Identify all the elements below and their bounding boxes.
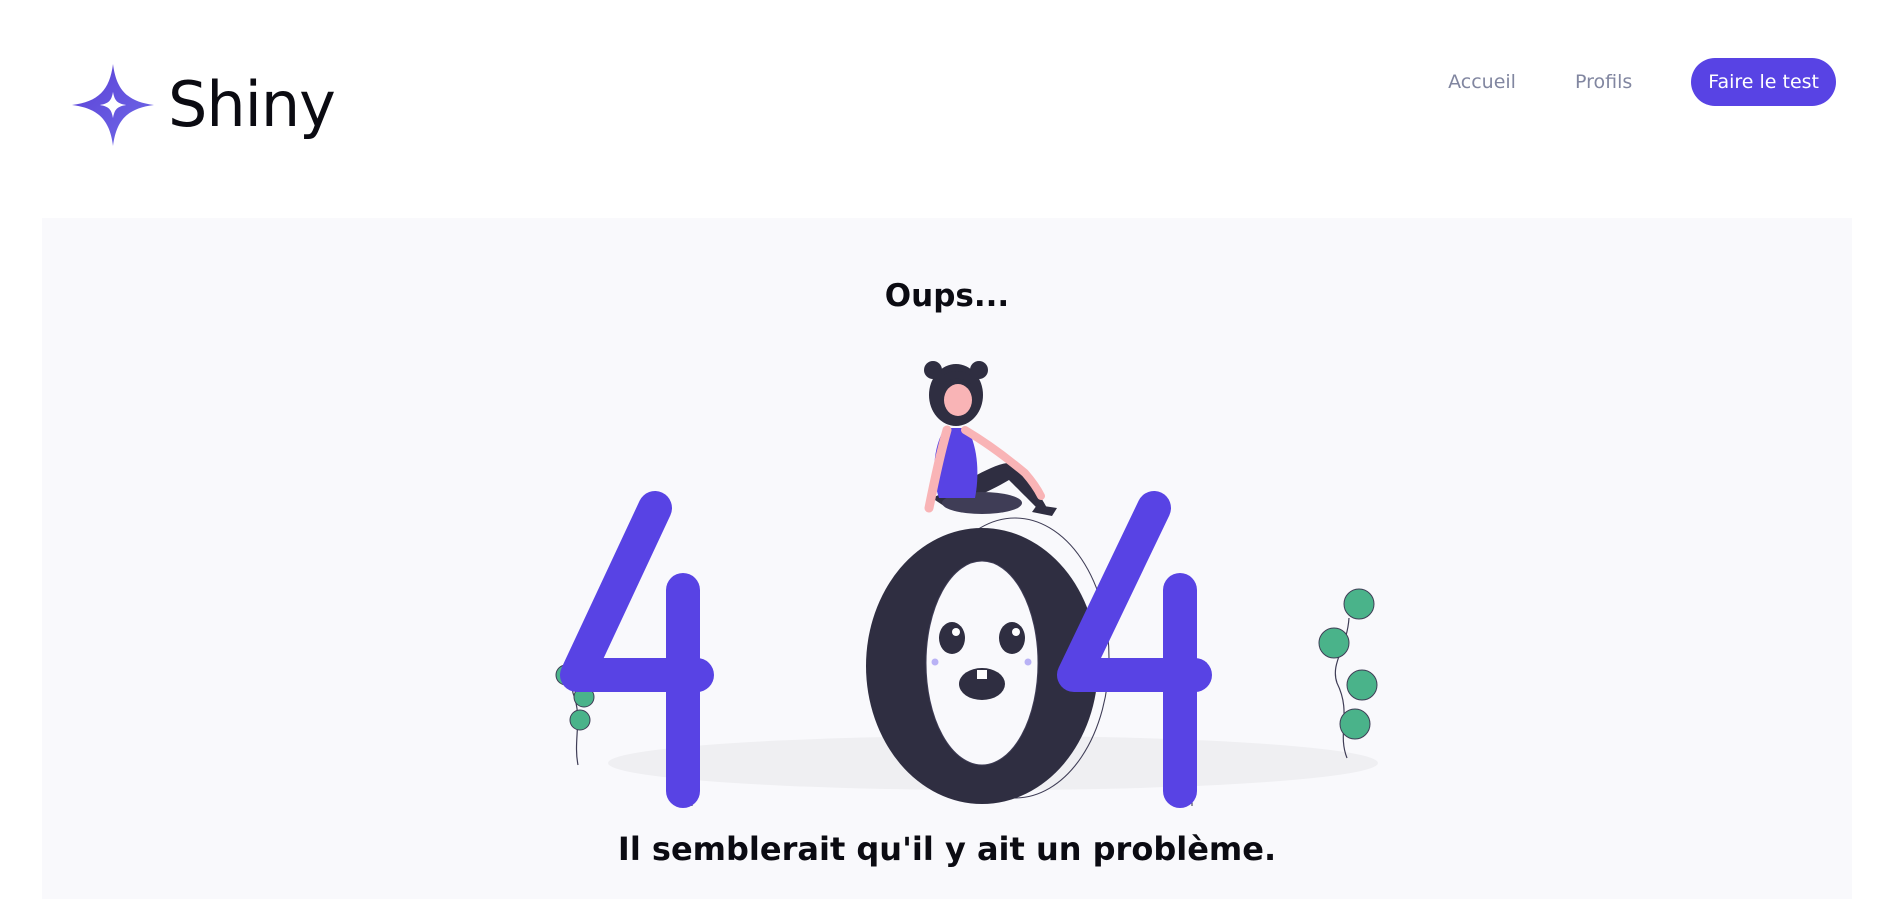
logo-link[interactable]: Shiny <box>72 64 336 146</box>
404-illustration <box>555 361 1378 808</box>
take-test-button[interactable]: Faire le test <box>1691 58 1836 106</box>
right-plant-icon <box>1318 588 1378 759</box>
left-four-digit <box>560 491 714 808</box>
error-message: Il semblerait qu'il y ait un problème. <box>617 830 1277 868</box>
error-title: Oups... <box>884 278 1010 314</box>
nav-link-profils[interactable]: Profils <box>1575 71 1632 93</box>
woman-character-icon <box>924 361 1057 516</box>
nav-link-accueil[interactable]: Accueil <box>1448 71 1516 93</box>
star-logo-icon <box>72 64 154 146</box>
main-nav: Accueil Profils Faire le test <box>1448 58 1836 106</box>
site-header: Shiny Accueil Profils Faire le test <box>0 0 1895 218</box>
error-panel: Oups... Il semblerait qu'il y ait un pro… <box>42 218 1852 899</box>
brand-name: Shiny <box>168 68 336 141</box>
